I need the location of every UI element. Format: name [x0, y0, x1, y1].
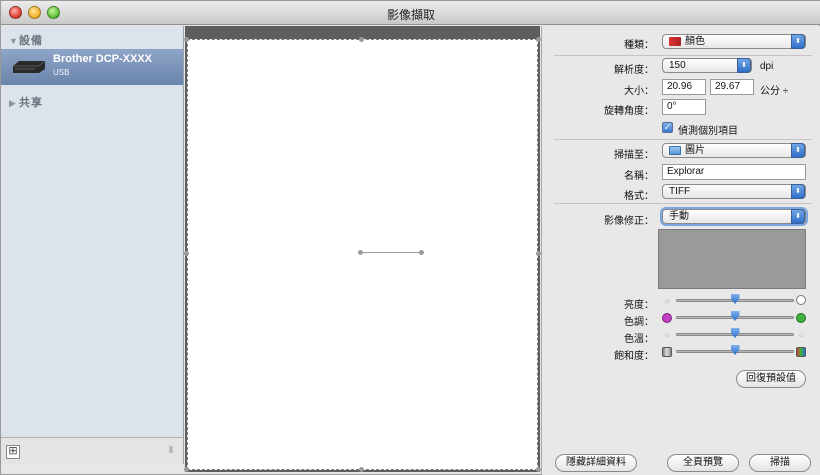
rotation-guide	[361, 252, 421, 253]
resolution-label: 解析度：	[614, 65, 654, 76]
sidebar-footer: ⊞ ⦀	[1, 437, 184, 464]
cool-sun-icon: ☼	[663, 330, 671, 339]
image-capture-window: 影像擷取 ▼設備 Brother DCP-XXXX USB ▶ 共享 ⊞ ⦀ 種…	[0, 0, 820, 475]
disclosure-closed-icon: ▶	[9, 98, 17, 108]
popup-arrows-icon: ⬍	[791, 34, 805, 49]
size-unit-stepper[interactable]: 公分 ÷	[760, 82, 788, 97]
image-correction-value: 手動	[669, 211, 689, 222]
green-icon	[796, 313, 806, 323]
rotation-handle-right[interactable]	[419, 250, 424, 255]
color-mode-icon	[669, 36, 681, 46]
warm-sun-icon: ☼	[797, 330, 805, 339]
full-color-icon	[796, 347, 806, 357]
name-label: 名稱：	[624, 171, 654, 182]
separator	[554, 55, 812, 56]
grayscale-icon	[662, 347, 672, 357]
detect-items-label: 偵測個別項目	[678, 126, 738, 137]
bright-sun-icon	[796, 295, 806, 305]
width-field[interactable]: 20.96	[662, 79, 706, 95]
sidebar: ▼設備 Brother DCP-XXXX USB ▶ 共享	[1, 26, 184, 463]
separator	[554, 139, 812, 140]
crop-handle-top[interactable]	[359, 37, 364, 42]
shared-header-label: 共享	[19, 97, 43, 109]
restore-defaults-button[interactable]: 回復預設值	[736, 370, 806, 388]
resolution-unit: dpi	[760, 61, 774, 72]
scan-to-popup[interactable]: 圖片 ⬍	[662, 143, 806, 158]
resize-grip-icon[interactable]: ⦀	[169, 445, 177, 457]
scan-button[interactable]: 掃描	[749, 454, 811, 472]
crop-handle-left[interactable]	[184, 251, 189, 256]
popup-arrows-icon: ⬍	[791, 184, 805, 199]
kind-value: 顏色	[685, 36, 705, 47]
scan-to-label: 掃描至：	[614, 150, 654, 161]
temperature-label: 色溫：	[624, 334, 654, 345]
disclosure-open-icon: ▼	[9, 36, 19, 46]
folder-icon	[669, 145, 681, 155]
brightness-slider-thumb[interactable]	[730, 294, 740, 304]
kind-popup[interactable]: 顏色 ⬍	[662, 34, 806, 49]
crop-handle-top-left[interactable]	[184, 37, 189, 42]
resolution-popup[interactable]: 150 ⬍	[662, 58, 752, 73]
overview-button[interactable]: 全頁預覽	[667, 454, 739, 472]
rotation-field[interactable]: 0°	[662, 99, 706, 115]
separator	[554, 203, 812, 204]
resolution-value: 150	[669, 60, 686, 71]
device-name: Brother DCP-XXXX	[53, 53, 153, 65]
kind-label: 種類：	[624, 40, 654, 51]
hide-details-button[interactable]: 隱藏詳細資料	[555, 454, 637, 472]
devices-section-header[interactable]: ▼設備	[9, 32, 43, 48]
crop-handle-bottom-left[interactable]	[184, 467, 189, 472]
rotation-label: 旋轉角度：	[604, 106, 654, 117]
name-field[interactable]: Explorar	[662, 164, 806, 180]
magenta-icon	[662, 313, 672, 323]
image-correction-label: 影像修正：	[604, 216, 654, 227]
title-bar: 影像擷取	[1, 1, 820, 25]
settings-panel: 種類： 顏色 ⬍ 解析度： 150 ⬍ dpi 大小： 20.96 29.67 …	[541, 26, 820, 475]
rotation-handle-left[interactable]	[358, 250, 363, 255]
device-connection: USB	[53, 68, 70, 77]
sidebar-item-scanner[interactable]: Brother DCP-XXXX USB	[1, 49, 183, 85]
scan-to-value: 圖片	[685, 145, 705, 156]
add-device-button[interactable]: ⊞	[6, 445, 20, 459]
window-title: 影像擷取	[386, 8, 435, 22]
format-value: TIFF	[669, 186, 691, 197]
tint-label: 色調：	[624, 317, 654, 328]
dim-sun-icon: ☼	[663, 296, 671, 305]
size-label: 大小：	[624, 86, 654, 97]
height-field[interactable]: 29.67	[710, 79, 754, 95]
popup-arrows-icon: ⬍	[791, 209, 805, 224]
tint-slider-thumb[interactable]	[730, 311, 740, 321]
format-popup[interactable]: TIFF ⬍	[662, 184, 806, 199]
brightness-label: 亮度：	[624, 300, 654, 311]
scanner-icon	[13, 60, 46, 73]
image-correction-popup[interactable]: 手動 ⬍	[662, 209, 806, 224]
scan-preview-page[interactable]	[187, 39, 538, 470]
temperature-slider-thumb[interactable]	[730, 328, 740, 338]
popup-arrows-icon: ⬍	[791, 143, 805, 158]
color-preview-swatch	[658, 229, 806, 289]
saturation-slider-thumb[interactable]	[730, 345, 740, 355]
shared-section-header[interactable]: ▶ 共享	[9, 94, 43, 110]
format-label: 格式：	[624, 191, 654, 202]
saturation-label: 飽和度：	[614, 351, 654, 362]
crop-handle-bottom[interactable]	[359, 467, 364, 472]
popup-arrows-icon: ⬍	[737, 58, 751, 73]
detect-items-checkbox[interactable]: ✓	[662, 122, 673, 133]
devices-header-label: 設備	[19, 35, 43, 47]
